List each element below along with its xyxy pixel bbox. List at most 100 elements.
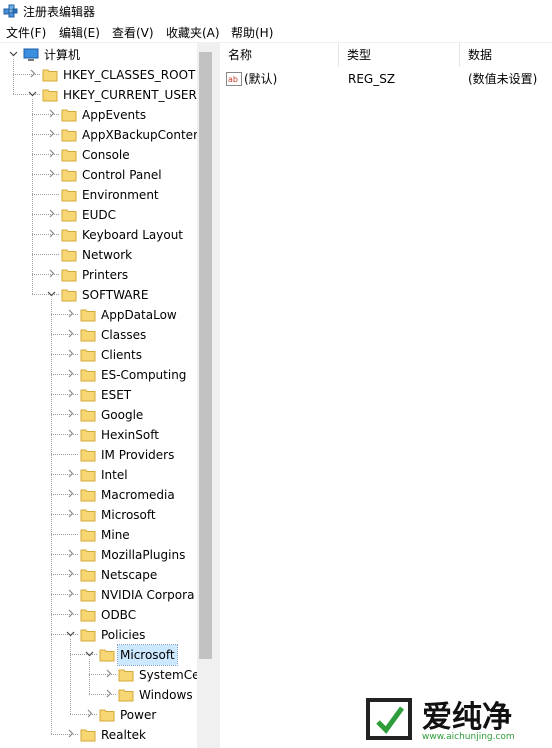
chevron-right-icon[interactable] [104,689,113,698]
tree-node[interactable]: ODBC [0,605,197,625]
tree-node-label: 计算机 [44,48,81,62]
folder-icon [61,129,77,142]
tree-node[interactable]: Console [0,145,197,165]
menu-file[interactable]: 文件(F) [6,24,46,41]
tree-node[interactable]: AppEvents [0,105,197,125]
tree-node[interactable]: Network [0,245,197,265]
tree-node-label: AppEvents [82,108,147,122]
chevron-right-icon[interactable] [66,509,75,518]
tree-node[interactable]: Power [0,705,197,725]
menu-favorites[interactable]: 收藏夹(A) [166,24,220,41]
tree-node[interactable]: Clients [0,345,197,365]
folder-icon [61,229,77,242]
folder-icon [61,269,77,282]
tree-node[interactable]: Microsoft [0,644,197,666]
chevron-right-icon[interactable] [47,169,56,178]
menu-view[interactable]: 查看(V) [112,24,154,41]
tree-node[interactable]: Netscape [0,565,197,585]
menu-edit[interactable]: 编辑(E) [59,24,100,41]
chevron-right-icon[interactable] [66,429,75,438]
chevron-right-icon[interactable] [47,269,56,278]
registry-tree[interactable]: 计算机 HKEY_CLASSES_ROOT HKEY_CURRENT_USER App… [0,43,214,748]
chevron-right-icon[interactable] [66,329,75,338]
tree-node[interactable]: Intel [0,465,197,485]
chevron-right-icon[interactable] [66,369,75,378]
chevron-down-icon[interactable] [28,89,37,98]
folder-icon [80,549,96,562]
tree-node[interactable]: SystemCe [0,665,200,685]
chevron-right-icon[interactable] [66,409,75,418]
folder-icon [61,189,77,202]
tree-node[interactable]: Realtek [0,725,197,745]
chevron-down-icon[interactable] [47,289,56,298]
chevron-right-icon[interactable] [66,489,75,498]
tree-node[interactable]: HKEY_CLASSES_ROOT [0,65,197,85]
column-header-type[interactable]: 类型 [339,43,459,67]
chevron-right-icon[interactable] [66,469,75,478]
chevron-right-icon[interactable] [47,109,56,118]
tree-node[interactable]: IM Providers [0,445,197,465]
watermark-url: www.aichunjing.com [422,732,515,742]
tree-node[interactable]: ES-Computing [0,365,197,385]
value-type: REG_SZ [348,72,396,86]
tree-node[interactable]: HKEY_CURRENT_USER [0,85,197,105]
chevron-right-icon[interactable] [47,229,56,238]
folder-icon [80,569,96,582]
tree-node[interactable]: NVIDIA Corpora [0,585,197,605]
tree-node[interactable]: HexinSoft [0,425,197,445]
folder-icon [80,429,96,442]
chevron-right-icon[interactable] [47,209,56,218]
column-header-data[interactable]: 数据 [460,43,552,67]
chevron-right-icon[interactable] [66,589,75,598]
tree-node-label: Microsoft [101,508,156,522]
tree-node[interactable]: SOFTWARE [0,285,197,305]
value-data: (数值未设置) [468,72,538,86]
tree-node[interactable]: Microsoft [0,505,197,525]
tree-node[interactable]: Macromedia [0,485,197,505]
chevron-down-icon[interactable] [85,649,94,658]
menu-help[interactable]: 帮助(H) [231,24,273,41]
tree-node[interactable]: Printers [0,265,197,285]
chevron-right-icon[interactable] [66,609,75,618]
chevron-right-icon[interactable] [28,69,37,78]
chevron-right-icon[interactable] [85,709,94,718]
tree-node[interactable]: Windows [0,685,197,705]
tree-node[interactable]: Classes [0,325,197,345]
chevron-right-icon[interactable] [104,669,113,678]
tree-node[interactable]: ESET [0,385,197,405]
chevron-right-icon[interactable] [47,149,56,158]
values-list[interactable]: 名称 类型 数据 ab (默认) REG_SZ (数值未设置) [220,43,552,748]
tree-node[interactable]: 计算机 [0,45,197,65]
tree-node[interactable]: Environment [0,185,197,205]
table-row[interactable]: ab (默认) REG_SZ (数值未设置) [226,69,546,89]
watermark-logo-icon [366,698,412,740]
column-header-name[interactable]: 名称 [220,43,338,67]
folder-icon [61,209,77,222]
chevron-down-icon[interactable] [66,629,75,638]
window-title: 注册表编辑器 [23,5,96,19]
tree-node-label: Macromedia [101,488,175,502]
tree-node[interactable]: AppXBackupConter [0,125,198,145]
tree-node[interactable]: Keyboard Layout [0,225,197,245]
tree-node[interactable]: AppDataLow [0,305,197,325]
tree-node[interactable]: Mine [0,525,197,545]
chevron-right-icon[interactable] [66,569,75,578]
chevron-right-icon[interactable] [66,349,75,358]
folder-icon [61,249,77,262]
folder-icon [61,149,77,162]
chevron-right-icon[interactable] [66,729,75,738]
chevron-right-icon[interactable] [66,549,75,558]
tree-node[interactable]: EUDC [0,205,197,225]
tree-node[interactable]: Google [0,405,197,425]
folder-icon [80,509,96,522]
chevron-right-icon[interactable] [66,309,75,318]
tree-node-label: Console [82,148,130,162]
tree-node-label: ES-Computing [101,368,187,382]
tree-node[interactable]: Policies [0,625,197,645]
tree-node[interactable]: Control Panel [0,165,197,185]
tree-node[interactable]: MozillaPlugins [0,545,197,565]
chevron-down-icon[interactable] [9,49,18,58]
chevron-right-icon[interactable] [66,389,75,398]
tree-scrollbar-thumb[interactable] [199,52,212,659]
chevron-right-icon[interactable] [47,129,56,138]
